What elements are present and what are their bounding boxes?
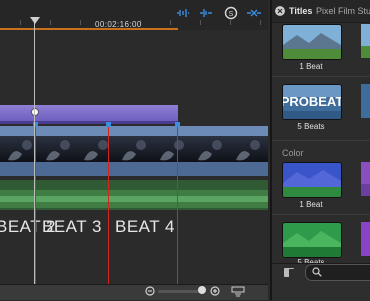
snapping-icon[interactable] (246, 8, 262, 18)
title-thumbnail-probeat[interactable]: PROBEAT (282, 84, 342, 120)
probeat-text: PROBEAT (283, 94, 341, 109)
video-clip-audio (0, 162, 268, 176)
folder-label: Pixel Film Studio (316, 6, 370, 16)
close-icon[interactable] (275, 6, 285, 16)
beat-label: BEAT 4 (115, 217, 176, 236)
browser-title: Titles (289, 6, 313, 16)
video-filmstrip (0, 136, 268, 162)
thumbnail-label: 5 Beats (297, 122, 325, 131)
render-bar (0, 28, 178, 30)
title-clip-edge (0, 121, 178, 124)
beat-marker[interactable] (106, 122, 111, 127)
title-thumbnail[interactable] (282, 24, 342, 60)
filmstrip-thumbnails (0, 136, 268, 162)
beat-marker-line (108, 124, 109, 300)
waveform-icon[interactable] (176, 8, 190, 18)
beat-marker-line (35, 124, 36, 300)
title-thumbnail-partial[interactable] (361, 24, 370, 58)
search-icon (312, 267, 322, 277)
section-label: Color (282, 148, 304, 158)
title-thumbnail[interactable] (282, 222, 342, 258)
svg-text:S: S (229, 11, 234, 18)
timeline-bottom-bar (0, 284, 268, 300)
titles-browser: Titles Pixel Film Studio 1 Beat PROBEAT … (270, 0, 370, 301)
title-clip[interactable] (0, 105, 178, 122)
playhead[interactable] (34, 20, 35, 300)
beat-label: BEAT 3 (42, 217, 103, 236)
video-clip-header (0, 126, 268, 136)
beat-marker[interactable] (175, 122, 180, 127)
keyframe-marker[interactable] (31, 108, 39, 116)
title-thumbnail-partial[interactable] (361, 222, 370, 256)
thumbnail-label: 1 Beat (299, 200, 323, 209)
sidebar-toggle-icon[interactable] (284, 268, 294, 277)
zoom-out-icon[interactable] (145, 286, 156, 297)
thumbnail-label: 1 Beat (299, 62, 323, 71)
audio-waveform-peak (0, 196, 268, 202)
title-thumbnail-partial[interactable] (361, 162, 370, 196)
title-thumbnail-partial[interactable] (361, 84, 370, 118)
skimming-icon[interactable] (199, 8, 213, 18)
solo-icon[interactable]: S (224, 6, 238, 20)
zoom-slider-knob[interactable] (198, 286, 206, 294)
timeline[interactable]: 00:02:16:00 S BEAT 2 BEAT 3 BEAT 4 (0, 0, 268, 300)
clip-appearance-icon[interactable] (231, 286, 245, 297)
playhead-handle[interactable] (30, 17, 40, 24)
zoom-in-icon[interactable] (210, 286, 221, 297)
title-thumbnail[interactable] (282, 162, 342, 198)
beat-marker-line (177, 124, 178, 300)
